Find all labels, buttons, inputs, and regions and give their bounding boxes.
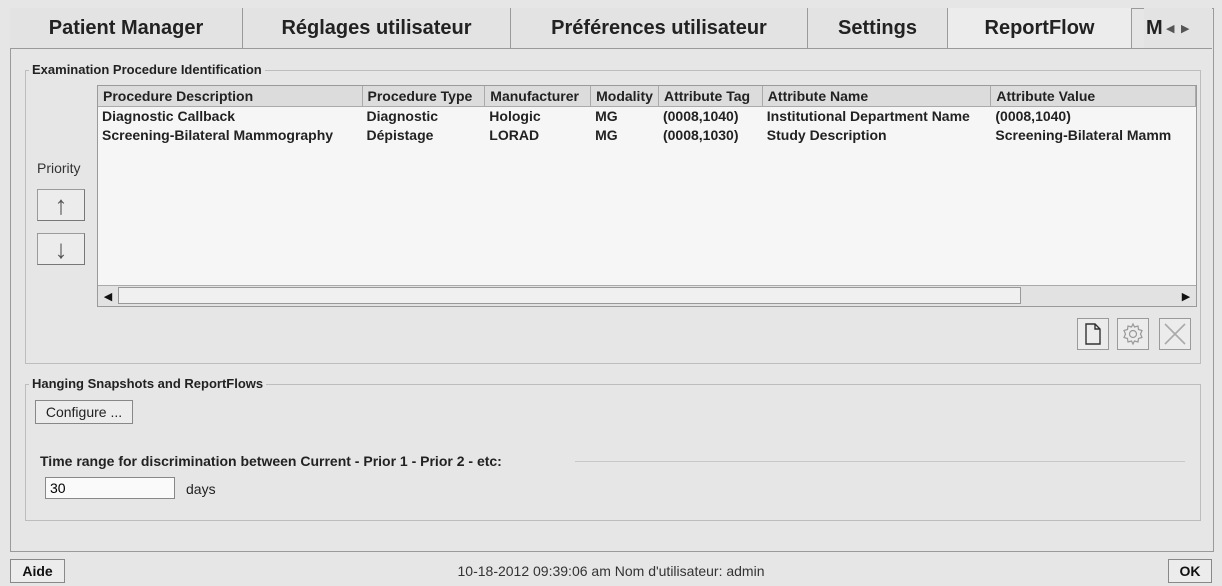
- tab-scroll-left-icon[interactable]: ◀: [1163, 18, 1178, 38]
- horizontal-scrollbar[interactable]: ◀ ▶: [98, 285, 1196, 306]
- procedure-table: Procedure Description Procedure Type Man…: [97, 85, 1197, 307]
- configure-button[interactable]: Configure ...: [35, 400, 133, 424]
- priority-down-button[interactable]: ↓: [37, 233, 85, 265]
- scroll-right-icon[interactable]: ▶: [1176, 286, 1196, 306]
- table-cell: MG: [595, 108, 618, 124]
- priority-up-button[interactable]: ↑: [37, 189, 85, 221]
- gear-icon: [1123, 322, 1143, 346]
- table-row[interactable]: Diagnostic Callback Diagnostic Hologic M…: [98, 107, 1196, 126]
- ok-button[interactable]: OK: [1168, 559, 1212, 583]
- arrow-down-icon: ↓: [54, 233, 68, 264]
- new-item-button[interactable]: [1077, 318, 1109, 350]
- column-header[interactable]: Attribute Value: [991, 86, 1196, 106]
- table-row[interactable]: Screening-Bilateral Mammography Dépistag…: [98, 126, 1196, 145]
- hanging-snapshots-legend: Hanging Snapshots and ReportFlows: [29, 376, 267, 391]
- table-cell: LORAD: [489, 127, 540, 143]
- status-bar: Aide 10-18-2012 09:39:06 am Nom d'utilis…: [0, 557, 1222, 586]
- table-cell: Hologic: [489, 108, 541, 124]
- table-cell: Screening-Bilateral Mammography: [102, 127, 334, 143]
- table-cell: Institutional Department Name: [766, 108, 970, 124]
- days-input[interactable]: [45, 477, 175, 499]
- scroll-left-icon[interactable]: ◀: [98, 286, 118, 306]
- exam-procedure-legend: Examination Procedure Identification: [29, 62, 265, 77]
- tab-overflow-label[interactable]: M: [1146, 17, 1163, 40]
- tab-scroll-right-icon[interactable]: ▶: [1178, 18, 1193, 38]
- table-cell: (0008,1040): [995, 108, 1071, 124]
- table-cell: Dépistage: [366, 127, 434, 143]
- tab-scroller: M ◀ ▶: [1144, 8, 1212, 48]
- new-document-icon: [1085, 323, 1101, 345]
- table-cell: Study Description: [766, 127, 887, 143]
- tab-reportflow[interactable]: ReportFlow: [948, 8, 1132, 48]
- tab-patient-manager[interactable]: Patient Manager: [10, 8, 243, 48]
- table-cell: Screening-Bilateral Mamm: [995, 127, 1172, 143]
- delete-item-button[interactable]: [1159, 318, 1191, 350]
- settings-item-button[interactable]: [1117, 318, 1149, 350]
- table-header: Procedure Description Procedure Type Man…: [98, 86, 1196, 107]
- table-cell: Diagnostic Callback: [102, 108, 236, 124]
- days-unit-label: days: [186, 481, 216, 497]
- column-header[interactable]: Procedure Description: [98, 86, 363, 106]
- table-cell: (0008,1030): [662, 127, 739, 143]
- column-header[interactable]: Procedure Type: [363, 86, 486, 106]
- close-icon: [1164, 323, 1186, 345]
- table-cell: (0008,1040): [662, 108, 739, 124]
- status-text: 10-18-2012 09:39:06 am Nom d'utilisateur…: [457, 563, 765, 579]
- tab-preferences-utilisateur[interactable]: Préférences utilisateur: [511, 8, 808, 48]
- scrollbar-thumb[interactable]: [118, 287, 1021, 304]
- column-header[interactable]: Manufacturer: [485, 86, 592, 106]
- column-header[interactable]: Attribute Name: [763, 86, 992, 106]
- tab-reglages-utilisateur[interactable]: Réglages utilisateur: [243, 8, 511, 48]
- time-range-label: Time range for discrimination between Cu…: [40, 453, 502, 469]
- tab-settings[interactable]: Settings: [808, 8, 948, 48]
- tab-divider: [10, 48, 1212, 49]
- tab-bar: Patient Manager Réglages utilisateur Pré…: [10, 8, 1132, 48]
- time-range-divider: [575, 461, 1185, 462]
- column-header[interactable]: Modality: [591, 86, 659, 106]
- table-cell: Diagnostic: [366, 108, 439, 124]
- column-header[interactable]: Attribute Tag: [659, 86, 763, 106]
- arrow-up-icon: ↑: [54, 189, 68, 220]
- priority-label: Priority: [37, 160, 81, 176]
- table-cell: MG: [595, 127, 618, 143]
